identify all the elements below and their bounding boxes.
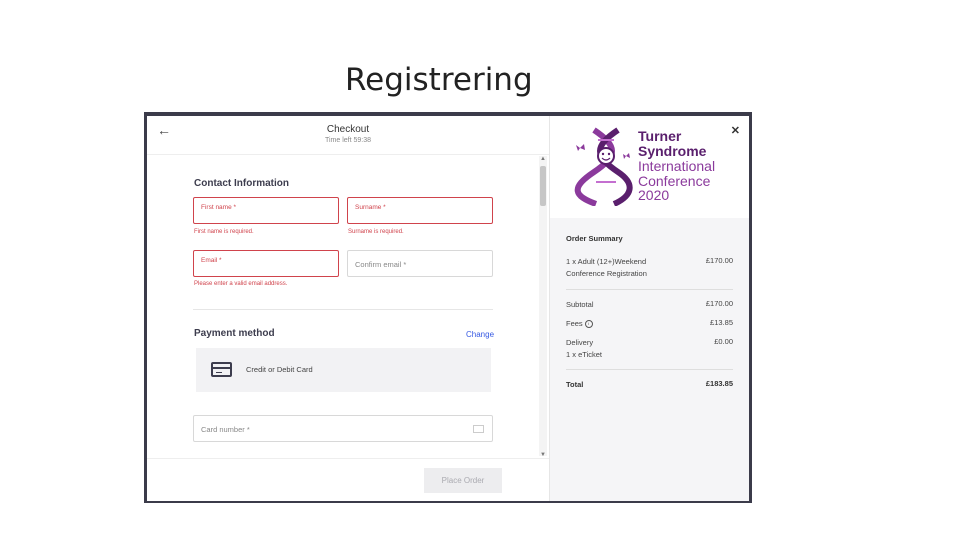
checkout-title: Checkout: [326, 124, 370, 135]
delivery-sub: 1 x eTicket: [566, 350, 602, 359]
info-icon[interactable]: i: [584, 320, 593, 329]
fees-value: £13.85: [710, 318, 733, 327]
screenshot-frame: ← Checkout Time left 59:38 ▲ ▼ Contact I…: [144, 112, 752, 503]
checkout-modal: ← Checkout Time left 59:38 ▲ ▼ Contact I…: [147, 116, 749, 501]
confirm-email-field[interactable]: Confirm email *: [347, 250, 493, 277]
surname-label: Surname *: [355, 204, 386, 211]
first-name-label: First name *: [201, 204, 237, 211]
card-number-placeholder: Card number *: [201, 425, 250, 434]
delivery-info: Delivery 1 x eTicket: [566, 337, 602, 361]
checkout-panel: ← Checkout Time left 59:38 ▲ ▼ Contact I…: [147, 116, 549, 501]
time-left: Time left 59:38: [324, 137, 372, 144]
item-line-2: Conference Registration: [566, 269, 647, 278]
fees-label: Fees i: [566, 318, 593, 330]
order-summary-panel: ✕ Turner Syndrome International Conferen: [549, 116, 749, 501]
total-label: Total: [566, 380, 584, 389]
scrollbar[interactable]: ▲ ▼: [539, 156, 547, 458]
scrollbar-thumb[interactable]: [540, 166, 546, 206]
email-field[interactable]: Email *: [193, 250, 339, 277]
dna-helix-logo-icon: [574, 127, 633, 206]
delivery-label: Delivery: [566, 338, 594, 347]
item-price: £170.00: [705, 256, 733, 265]
event-logo: ✕ Turner Syndrome International Conferen: [550, 116, 749, 218]
fees-label-text: Fees: [566, 319, 583, 328]
total-value: £183.85: [705, 379, 733, 388]
item-line-1: 1 x Adult (12+)Weekend: [566, 257, 647, 266]
credit-card-icon: [211, 362, 232, 377]
contact-heading: Contact Information: [194, 178, 289, 189]
card-brand-icon: [473, 425, 484, 433]
delivery-value: £0.00: [714, 337, 733, 346]
surname-error: Surname is required.: [348, 229, 404, 235]
brand-line-2: Syndrome: [638, 143, 707, 159]
first-name-error: First name is required.: [194, 229, 254, 235]
section-divider: [193, 309, 493, 310]
payment-heading: Payment method: [194, 328, 275, 339]
close-icon[interactable]: ✕: [731, 124, 740, 137]
checkout-header: ← Checkout Time left 59:38: [147, 116, 549, 155]
brand-line-3: International: [638, 158, 716, 174]
payment-option-label: Credit or Debit Card: [246, 365, 313, 374]
first-name-field[interactable]: First name *: [193, 197, 339, 224]
email-error: Please enter a valid email address.: [194, 281, 288, 287]
summary-divider: [566, 369, 733, 370]
email-label: Email *: [201, 257, 222, 264]
change-payment-link[interactable]: Change: [466, 330, 494, 339]
scroll-up-icon[interactable]: ▲: [540, 156, 546, 162]
brand-line-1: Turner: [638, 128, 682, 144]
confirm-email-placeholder: Confirm email *: [355, 260, 407, 269]
payment-option-card[interactable]: Credit or Debit Card: [196, 348, 491, 392]
subtotal-label: Subtotal: [566, 300, 594, 309]
item-description: 1 x Adult (12+)Weekend Conference Regist…: [566, 256, 647, 280]
subtotal-value: £170.00: [705, 299, 733, 308]
place-order-button[interactable]: Place Order: [424, 468, 502, 493]
card-number-field[interactable]: Card number *: [193, 415, 493, 442]
summary-divider: [566, 289, 733, 290]
surname-field[interactable]: Surname *: [347, 197, 493, 224]
brand-line-5: 2020: [638, 187, 670, 203]
checkout-footer: Place Order: [147, 458, 549, 501]
order-summary-title: Order Summary: [566, 234, 623, 243]
slide-title: Registrering: [345, 62, 533, 98]
